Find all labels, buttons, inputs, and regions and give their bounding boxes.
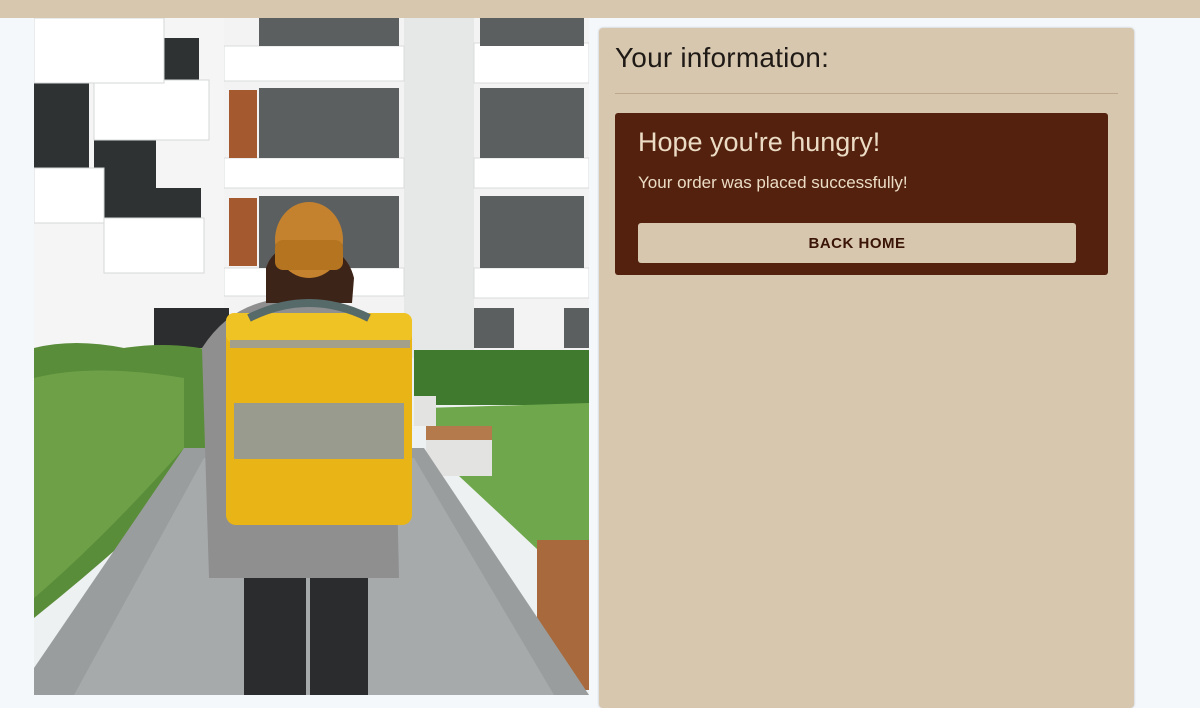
order-info-panel: Your information: Hope you're hungry! Yo… <box>599 28 1134 708</box>
success-message: Your order was placed successfully! <box>638 173 908 192</box>
top-bar <box>0 0 1200 18</box>
info-divider <box>615 93 1118 94</box>
delivery-hero-image <box>34 18 589 695</box>
back-home-button[interactable]: BACK HOME <box>638 223 1076 263</box>
success-heading: Hope you're hungry! <box>638 127 881 157</box>
info-title: Your information: <box>615 42 830 73</box>
order-success-card: Hope you're hungry! Your order was place… <box>615 113 1108 275</box>
